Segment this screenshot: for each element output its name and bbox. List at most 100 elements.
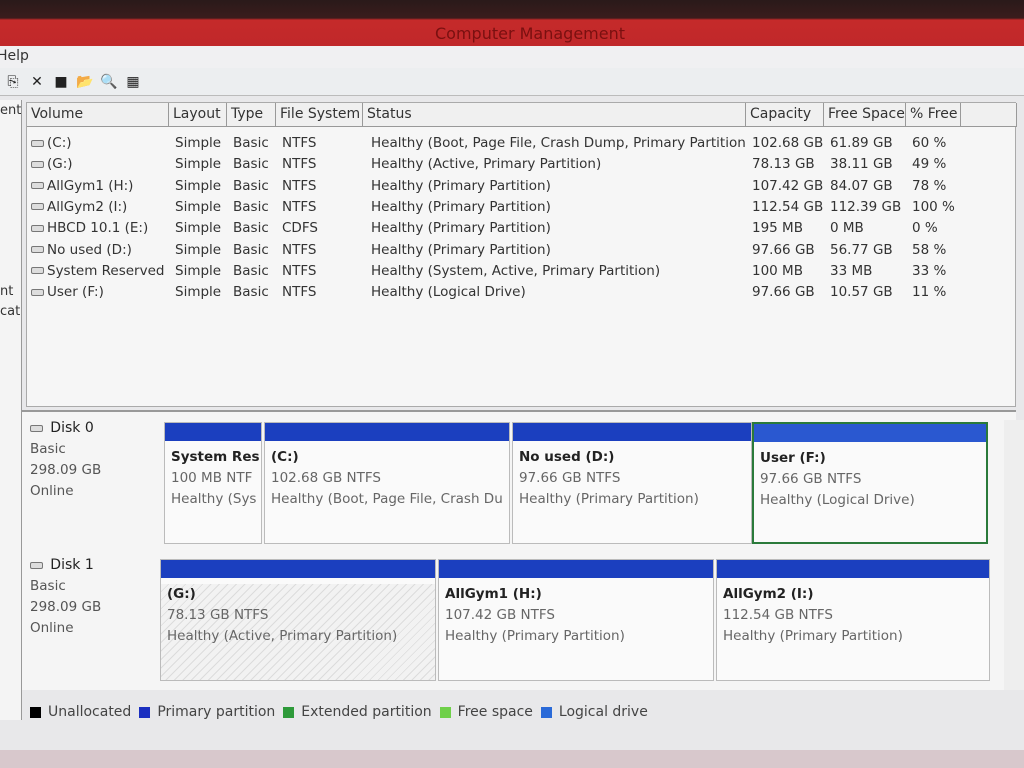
column-header[interactable]: Volume	[27, 103, 169, 127]
partition-block[interactable]: No used (D:) 97.66 GB NTFS Healthy (Prim…	[512, 422, 752, 544]
vertical-scrollbar[interactable]	[1004, 420, 1024, 690]
drive-icon	[31, 246, 44, 253]
disk-icon	[30, 561, 43, 569]
partition-name: (C:)	[271, 449, 299, 465]
cell-status: Healthy (Primary Partition)	[371, 220, 551, 237]
partition-status: Healthy (Sys	[171, 491, 257, 507]
cell-status: Healthy (System, Active, Primary Partiti…	[371, 262, 661, 279]
cell-pct: 0 %	[912, 220, 938, 237]
cell-type: Basic	[233, 135, 269, 151]
cell-volume: User (F:)	[27, 284, 169, 300]
cell-capacity: 97.66 GB	[752, 284, 815, 301]
legend-swatch	[139, 706, 151, 718]
disk-type: Basic	[30, 441, 66, 457]
table-row[interactable]: AllGym2 (I:) Simple Basic NTFS Healthy (Prim…	[27, 199, 1017, 220]
cell-fs: NTFS	[282, 198, 317, 215]
partition-status: Healthy (Logical Drive)	[760, 492, 915, 508]
drive-icon	[31, 182, 44, 190]
partition-type-bar	[265, 423, 509, 441]
cell-volume: System Reserved	[27, 263, 169, 279]
legend-swatch	[439, 706, 451, 718]
disk-type: Basic	[30, 578, 66, 594]
disk-label[interactable]: Disk 0 Basic 298.09 GB Online	[30, 418, 160, 502]
drive-icon	[31, 139, 44, 147]
cell-pct: 33 %	[912, 262, 947, 279]
tree-item[interactable]: cati	[0, 304, 21, 319]
partition-type-bar	[754, 424, 986, 442]
settings-icon[interactable]: ▦	[124, 73, 142, 91]
toolbar: ⎘ ✕ ■ 📂 🔍 ▦	[0, 68, 1024, 96]
cell-capacity: 102.68 GB	[752, 135, 824, 151]
cell-free: 33 MB	[830, 262, 873, 279]
partition-block[interactable]: AllGym2 (I:) 112.54 GB NTFS Healthy (Pri…	[716, 559, 990, 681]
tree-item[interactable]: ent	[0, 103, 21, 118]
cell-fs: NTFS	[282, 156, 317, 173]
legend-label: Free space	[457, 704, 533, 720]
disk-state: Online	[30, 620, 74, 636]
column-header[interactable]: Layout	[169, 103, 227, 127]
delete-icon[interactable]: ✕	[28, 73, 46, 91]
partition-status: Healthy (Active, Primary Partition)	[167, 628, 398, 644]
cell-fs: NTFS	[282, 177, 317, 194]
refresh-icon[interactable]: ⎘	[4, 73, 22, 91]
disk-size: 298.09 GB	[30, 599, 102, 615]
cell-fs: NTFS	[282, 135, 317, 151]
cell-pct: 11 %	[912, 284, 947, 301]
partition-name: AllGym2 (I:)	[723, 586, 814, 602]
legend: Unallocated Primary partition Extended par…	[26, 704, 648, 720]
table-row[interactable]: User (F:) Simple Basic NTFS Healthy (Logical…	[27, 284, 1017, 305]
column-header[interactable]: Capacity	[746, 103, 824, 127]
partition-block[interactable]: User (F:) 97.66 GB NTFS Healthy (Logical…	[752, 422, 988, 544]
column-header[interactable]: % Free	[906, 103, 961, 127]
partition-name: AllGym1 (H:)	[445, 586, 542, 602]
cell-volume: HBCD 10.1 (E:)	[27, 220, 169, 236]
tree-item[interactable]: nt	[0, 284, 13, 299]
legend-swatch	[30, 706, 41, 718]
disk-name: Disk 0	[50, 420, 94, 436]
column-header[interactable]: Status	[363, 103, 746, 127]
properties-icon[interactable]: ■	[52, 73, 70, 91]
table-row[interactable]: AllGym1 (H:) Simple Basic NTFS Healthy (Prim…	[27, 178, 1017, 199]
cell-capacity: 100 MB	[752, 262, 803, 279]
cell-capacity: 195 MB	[752, 220, 803, 237]
cell-capacity: 107.42 GB	[752, 177, 824, 194]
cell-status: Healthy (Primary Partition)	[371, 198, 551, 215]
table-row[interactable]: (C:) Simple Basic NTFS Healthy (Boot, Page F…	[27, 135, 1017, 156]
cell-type: Basic	[233, 241, 269, 258]
partition-type-bar	[161, 560, 435, 578]
open-folder-icon[interactable]: 📂	[76, 73, 94, 91]
partition-status: Healthy (Boot, Page File, Crash Du	[271, 491, 503, 507]
cell-type: Basic	[233, 198, 269, 215]
partition-block[interactable]: AllGym1 (H:) 107.42 GB NTFS Healthy (Pri…	[438, 559, 714, 681]
column-header[interactable]: Free Space	[824, 103, 906, 127]
table-row[interactable]: No used (D:) Simple Basic NTFS Healthy (Prim…	[27, 242, 1017, 263]
partition-block[interactable]: (G:) 78.13 GB NTFS Healthy (Active, Prim…	[160, 559, 436, 681]
legend-label: Logical drive	[558, 704, 648, 720]
partition-size: 100 MB NTF	[171, 470, 253, 486]
cell-layout: Simple	[175, 198, 222, 215]
partition-block[interactable]: (C:) 102.68 GB NTFS Healthy (Boot, Page …	[264, 422, 510, 544]
cell-free: 0 MB	[830, 220, 864, 237]
table-row[interactable]: System Reserved Simple Basic NTFS Healthy (S…	[27, 263, 1017, 284]
disk-graphical-view: Disk 0 Basic 298.09 GB Online System Res…	[22, 410, 1016, 690]
cell-layout: Simple	[175, 262, 222, 279]
explore-icon[interactable]: 🔍	[100, 73, 118, 91]
table-row[interactable]: (G:) Simple Basic NTFS Healthy (Active, Prim…	[27, 156, 1017, 177]
menu-help[interactable]: Help	[0, 48, 29, 64]
column-header[interactable]: File System	[276, 103, 363, 127]
disk-label[interactable]: Disk 1 Basic 298.09 GB Online	[30, 555, 160, 639]
partition-block[interactable]: System Res 100 MB NTF Healthy (Sys	[164, 422, 262, 544]
cell-pct: 60 %	[912, 135, 947, 151]
cell-pct: 100 %	[912, 198, 955, 215]
partition-type-bar	[165, 423, 261, 441]
cell-free: 56.77 GB	[830, 241, 893, 258]
disk-size: 298.09 GB	[30, 462, 102, 478]
cell-fs: CDFS	[282, 220, 318, 237]
table-row[interactable]: HBCD 10.1 (E:) Simple Basic CDFS Healthy (Pr…	[27, 220, 1017, 241]
partition-size: 107.42 GB NTFS	[445, 607, 555, 623]
column-header[interactable]: Type	[227, 103, 276, 127]
legend-swatch	[283, 706, 295, 718]
partition-type-bar	[717, 560, 989, 578]
disk-row: Disk 0 Basic 298.09 GB Online System Res…	[22, 412, 1016, 544]
cell-volume: AllGym1 (H:)	[27, 178, 169, 194]
